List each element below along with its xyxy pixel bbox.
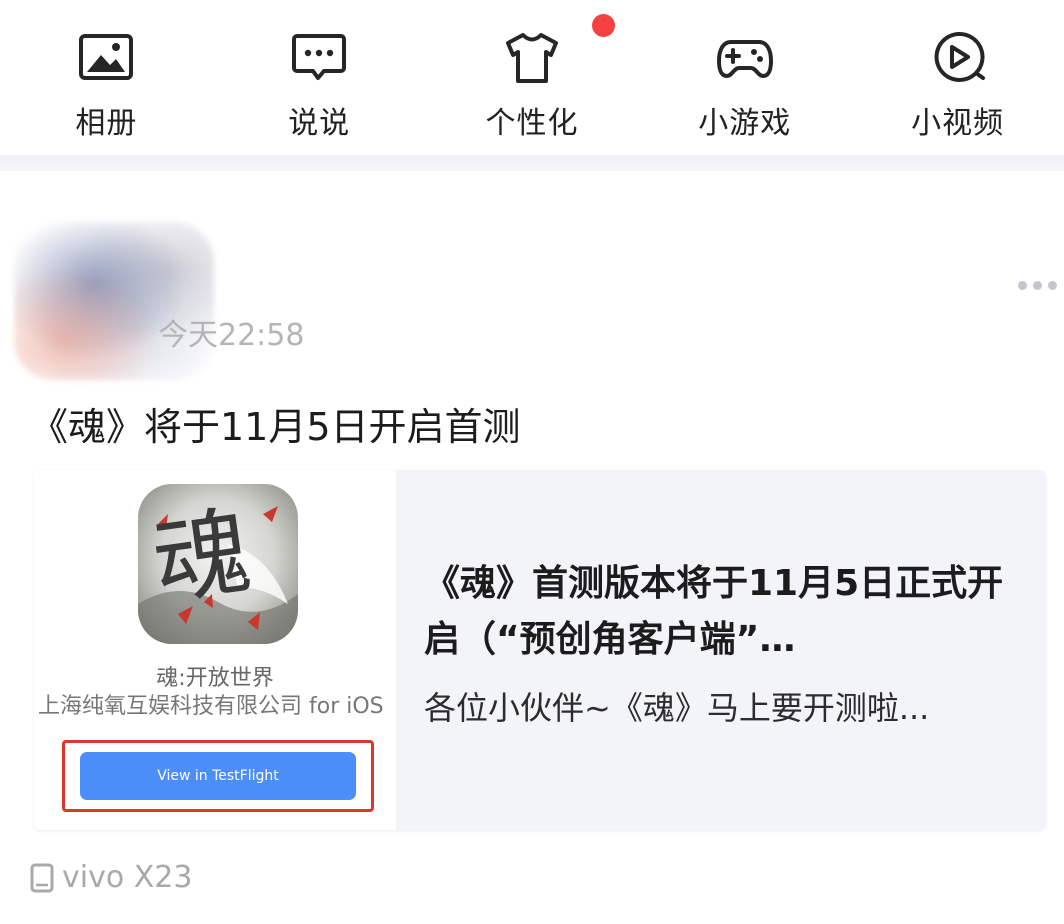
more-dots-icon[interactable] [1018,277,1064,293]
quick-nav-album[interactable]: 相册 [0,0,213,155]
video-play-icon [934,31,985,82]
phone-icon [30,863,54,893]
quick-nav-album-label: 相册 [75,106,138,141]
device-info: vivo X23 [30,858,192,898]
post-timestamp: 今天22:58 [158,318,305,353]
photo-album-icon [79,34,134,80]
gamepad-icon [716,40,773,78]
quick-nav-shuoshuo-label: 说说 [288,106,351,141]
quick-nav-bar: 相册 说说 个性化 小游戏 小视频 [0,0,1064,155]
app-name: 魂:开放世界 [156,666,274,691]
quick-nav-shuoshuo[interactable]: 说说 [213,0,426,155]
shared-link-card[interactable]: 魂 魂:开放世界 上海纯氧互娱科技有限公司 for iOS View in Te… [34,470,1046,830]
quick-nav-minigames[interactable]: 小游戏 [638,0,851,155]
app-icon-glyph: 魂 [146,494,258,620]
view-in-testflight-button[interactable]: View in TestFlight [80,752,356,800]
quick-nav-minigames-label: 小游戏 [698,106,792,141]
tshirt-icon [505,33,558,83]
card-description: 各位小伙伴~《魂》马上要开测啦... [424,689,930,727]
notification-badge [592,14,615,37]
device-name: vivo X23 [62,860,193,895]
card-title: 《魂》首测版本将于11月5日正式开启（“预创角客户端”… [424,563,1004,660]
card-thumbnail: 魂 魂:开放世界 上海纯氧互娱科技有限公司 for iOS View in Te… [34,470,396,830]
chat-bubble-icon [292,34,347,80]
quick-nav-shortvideo[interactable]: 小视频 [851,0,1064,155]
avatar[interactable] [14,222,214,380]
app-icon: 魂 [138,484,298,644]
section-divider [0,155,1064,171]
quick-nav-personalize-label: 个性化 [485,106,579,141]
post-title: 《魂》将于11月5日开启首测 [30,405,521,449]
quick-nav-shortvideo-label: 小视频 [911,106,1005,141]
card-text: 《魂》首测版本将于11月5日正式开启（“预创角客户端”… 各位小伙伴~《魂》马上… [424,556,1024,730]
app-developer: 上海纯氧互娱科技有限公司 for iOS [38,694,384,719]
